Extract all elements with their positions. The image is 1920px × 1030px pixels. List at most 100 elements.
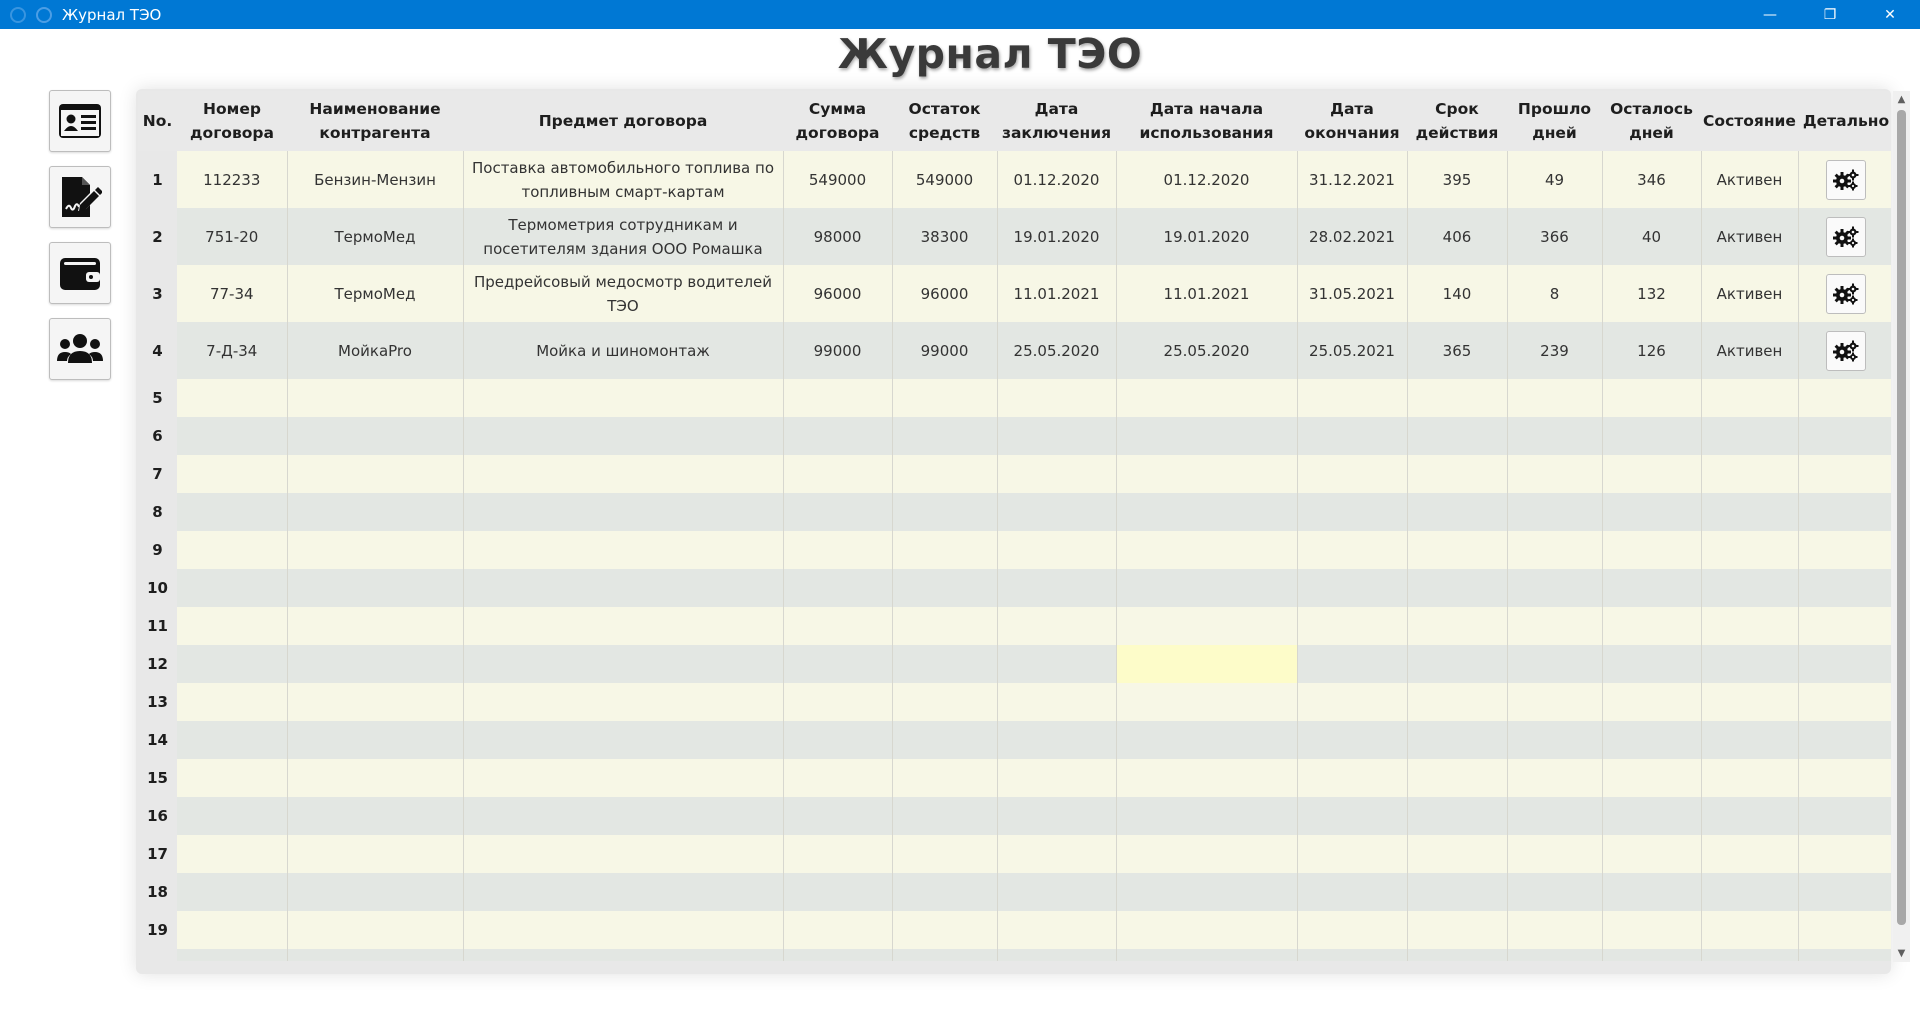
empty-cell[interactable]	[783, 683, 893, 721]
cell-left[interactable]: 40	[1602, 208, 1702, 265]
empty-cell[interactable]	[1701, 911, 1799, 949]
empty-cell[interactable]	[1407, 645, 1508, 683]
empty-cell[interactable]	[1798, 645, 1891, 683]
empty-cell[interactable]	[892, 417, 998, 455]
empty-cell[interactable]	[287, 379, 464, 417]
empty-cell[interactable]	[892, 455, 998, 493]
empty-cell[interactable]	[1507, 873, 1603, 911]
empty-cell[interactable]	[997, 797, 1117, 835]
table-row[interactable]: 5	[138, 379, 1891, 417]
empty-cell[interactable]	[1407, 835, 1508, 873]
empty-cell[interactable]	[177, 569, 288, 607]
empty-cell[interactable]	[1407, 417, 1508, 455]
header-contract-number[interactable]: Номер договора	[177, 91, 287, 151]
empty-cell[interactable]	[1701, 417, 1799, 455]
empty-cell[interactable]	[1116, 683, 1298, 721]
empty-cell[interactable]	[1798, 493, 1891, 531]
cell-date-concl[interactable]: 01.12.2020	[997, 151, 1117, 208]
empty-cell[interactable]	[997, 607, 1117, 645]
empty-cell[interactable]	[1701, 379, 1799, 417]
cell-status[interactable]: Активен	[1701, 208, 1799, 265]
empty-cell[interactable]	[1407, 607, 1508, 645]
empty-cell[interactable]	[1701, 759, 1799, 797]
table-row[interactable]: 7	[138, 455, 1891, 493]
empty-cell[interactable]	[783, 531, 893, 569]
empty-cell[interactable]	[1507, 455, 1603, 493]
empty-cell[interactable]	[1407, 759, 1508, 797]
empty-cell[interactable]	[1798, 455, 1891, 493]
empty-cell[interactable]	[1701, 683, 1799, 721]
table-row[interactable]: 18	[138, 873, 1891, 911]
cell-date-end[interactable]: 25.05.2021	[1297, 322, 1408, 379]
empty-cell[interactable]	[177, 379, 288, 417]
empty-cell[interactable]	[783, 721, 893, 759]
empty-cell[interactable]	[1602, 949, 1702, 961]
empty-cell[interactable]	[997, 417, 1117, 455]
empty-cell[interactable]	[1407, 531, 1508, 569]
empty-cell[interactable]	[1407, 949, 1508, 961]
empty-cell[interactable]	[463, 911, 784, 949]
header-date-end[interactable]: Дата окончания	[1297, 91, 1407, 151]
empty-cell[interactable]	[1116, 949, 1298, 961]
cell-contractor[interactable]: ТермоМед	[287, 265, 464, 322]
header-balance[interactable]: Остаток средств	[892, 91, 997, 151]
empty-cell[interactable]	[1116, 607, 1298, 645]
cell-subject[interactable]: Предрейсовый медосмотр водителей ТЭО	[463, 265, 784, 322]
header-no[interactable]: No.	[138, 91, 177, 151]
empty-cell[interactable]	[1407, 873, 1508, 911]
empty-cell[interactable]	[1798, 911, 1891, 949]
empty-cell[interactable]	[1701, 455, 1799, 493]
empty-cell[interactable]	[1116, 873, 1298, 911]
cell-date-end[interactable]: 31.12.2021	[1297, 151, 1408, 208]
detail-button[interactable]	[1826, 273, 1866, 314]
empty-cell[interactable]	[1602, 569, 1702, 607]
minimize-button[interactable]: —	[1740, 0, 1800, 29]
empty-cell[interactable]	[177, 607, 288, 645]
table-row[interactable]: 17	[138, 835, 1891, 873]
sidebar-button-users[interactable]	[49, 318, 111, 380]
empty-cell[interactable]	[997, 911, 1117, 949]
cell-date-start[interactable]: 11.01.2021	[1116, 265, 1298, 322]
empty-cell[interactable]	[1798, 379, 1891, 417]
empty-cell[interactable]	[287, 455, 464, 493]
cell-balance[interactable]: 96000	[892, 265, 998, 322]
empty-cell[interactable]	[1798, 797, 1891, 835]
cell-date-start[interactable]: 25.05.2020	[1116, 322, 1298, 379]
empty-cell[interactable]	[1701, 645, 1799, 683]
empty-cell[interactable]	[783, 493, 893, 531]
empty-cell[interactable]	[287, 607, 464, 645]
empty-cell[interactable]	[1602, 911, 1702, 949]
empty-cell[interactable]	[783, 379, 893, 417]
header-term[interactable]: Срок действия	[1407, 91, 1507, 151]
empty-cell[interactable]	[783, 417, 893, 455]
empty-cell[interactable]	[1507, 835, 1603, 873]
empty-cell[interactable]	[1602, 759, 1702, 797]
empty-cell[interactable]	[1297, 835, 1408, 873]
empty-cell[interactable]	[1297, 455, 1408, 493]
sidebar-button-finance[interactable]	[49, 242, 111, 304]
empty-cell[interactable]	[892, 379, 998, 417]
table-row[interactable]: 12	[138, 645, 1891, 683]
empty-cell[interactable]	[177, 835, 288, 873]
empty-cell[interactable]	[463, 607, 784, 645]
cell-contractor[interactable]: МойкаPro	[287, 322, 464, 379]
empty-cell[interactable]	[997, 645, 1117, 683]
cell-subject[interactable]: Мойка и шиномонтаж	[463, 322, 784, 379]
empty-cell[interactable]	[892, 607, 998, 645]
empty-cell[interactable]	[463, 873, 784, 911]
empty-cell[interactable]	[1602, 493, 1702, 531]
empty-cell[interactable]	[177, 873, 288, 911]
empty-cell[interactable]	[1701, 531, 1799, 569]
empty-cell[interactable]	[1297, 645, 1408, 683]
cell-date-end[interactable]: 28.02.2021	[1297, 208, 1408, 265]
empty-cell[interactable]	[1507, 721, 1603, 759]
empty-cell[interactable]	[287, 645, 464, 683]
empty-cell[interactable]	[892, 531, 998, 569]
empty-cell[interactable]	[1602, 645, 1702, 683]
empty-cell[interactable]	[287, 569, 464, 607]
empty-cell[interactable]	[1507, 531, 1603, 569]
empty-cell[interactable]	[1407, 493, 1508, 531]
cell-number[interactable]: 751-20	[177, 208, 288, 265]
empty-cell[interactable]	[1701, 721, 1799, 759]
empty-cell[interactable]	[1297, 569, 1408, 607]
